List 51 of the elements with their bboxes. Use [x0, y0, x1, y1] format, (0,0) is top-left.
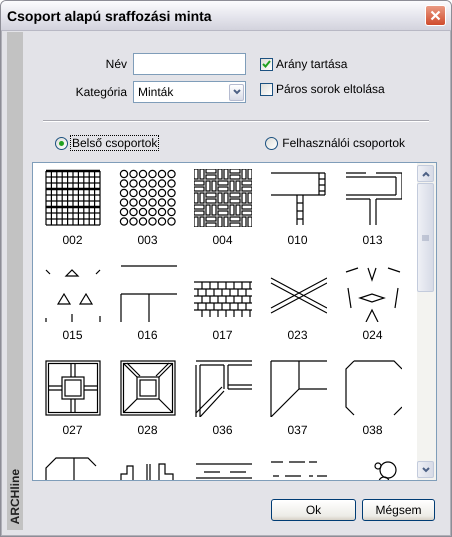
hatch-pattern-icon[interactable]	[268, 359, 326, 417]
grip-icon	[422, 234, 429, 240]
caret-down-icon	[422, 466, 430, 472]
pattern-label: 037	[287, 423, 308, 437]
close-button[interactable]	[425, 5, 446, 26]
pattern-label: 028	[137, 423, 158, 437]
radio-label[interactable]: Belső csoportok	[70, 135, 160, 151]
scrollbar[interactable]	[417, 163, 436, 480]
pattern-label: 002	[62, 233, 83, 247]
checkbox-label[interactable]: Arány tartása	[276, 57, 348, 71]
scroll-down-button[interactable]	[417, 461, 434, 478]
scroll-thumb[interactable]	[417, 183, 434, 292]
dialog-button[interactable]: Mégsem	[362, 499, 435, 521]
dropdown[interactable]: Minták	[133, 81, 246, 103]
pattern-label: 027	[62, 423, 83, 437]
pattern-label: 038	[362, 423, 383, 437]
hatch-pattern-icon[interactable]	[194, 359, 252, 417]
radio-button[interactable]	[265, 136, 278, 150]
checkbox[interactable]	[260, 58, 273, 70]
brand-label: ARCHline	[8, 468, 22, 524]
field-label: Név	[104, 57, 127, 71]
hatch-pattern-icon[interactable]	[118, 264, 176, 322]
pattern-label: 036	[212, 423, 233, 437]
radio-label[interactable]: Felhasználói csoportok	[280, 135, 407, 151]
hatch-pattern-icon[interactable]	[118, 169, 176, 227]
caret-up-icon	[422, 170, 430, 176]
checkbox[interactable]	[260, 82, 273, 96]
radio-button[interactable]	[55, 136, 68, 150]
pattern-label: 010	[287, 233, 308, 247]
input-field[interactable]	[133, 53, 246, 75]
window-title: Csoport alapú sraffozási minta	[7, 8, 212, 24]
pattern-label: 004	[212, 233, 233, 247]
pattern-label: 016	[137, 328, 158, 342]
pattern-label: 013	[362, 233, 383, 247]
pattern-label: 024	[362, 328, 383, 342]
hatch-pattern-icon[interactable]	[44, 169, 102, 227]
caret-icon	[232, 89, 240, 95]
checkbox-label[interactable]: Páros sorok eltolása	[276, 82, 385, 96]
check-icon	[262, 60, 271, 68]
close-icon	[430, 10, 441, 21]
scroll-up-button[interactable]	[417, 165, 434, 182]
pattern-label: 003	[137, 233, 158, 247]
dialog-button[interactable]: Ok	[271, 499, 356, 521]
hatch-pattern-icon[interactable]	[44, 359, 102, 417]
pattern-label: 017	[212, 328, 233, 342]
pattern-label: 023	[287, 328, 308, 342]
hatch-pattern-icon[interactable]	[344, 359, 402, 417]
pattern-label: 015	[62, 328, 83, 342]
hatch-pattern-icon[interactable]	[118, 359, 176, 417]
field-label: Kategória	[74, 85, 127, 99]
hatch-pattern-icon[interactable]	[194, 169, 252, 227]
